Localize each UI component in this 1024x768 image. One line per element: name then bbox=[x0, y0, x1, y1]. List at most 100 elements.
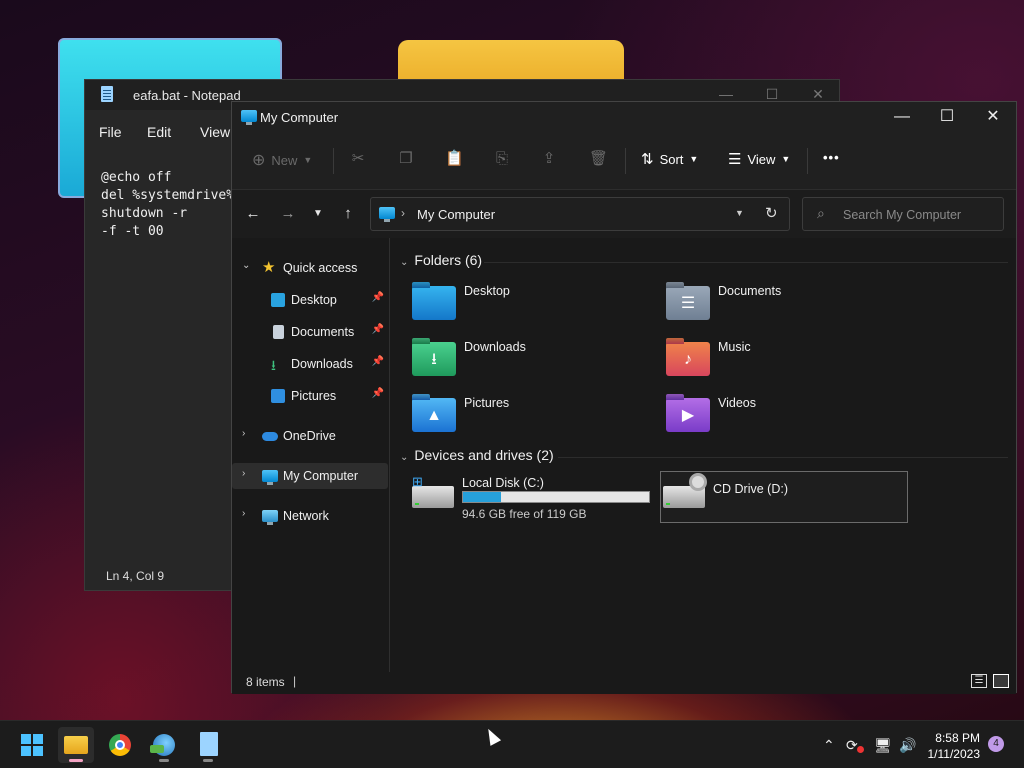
taskbar-chrome[interactable] bbox=[102, 727, 138, 763]
taskbar-network-app[interactable] bbox=[146, 727, 182, 763]
toolbar-divider bbox=[333, 148, 334, 174]
nav-network[interactable]: › Network bbox=[232, 503, 388, 529]
chevron-right-icon[interactable]: › bbox=[242, 468, 245, 479]
minimize-icon[interactable]: — bbox=[879, 106, 925, 130]
recent-locations-chevron-icon[interactable]: ▼ bbox=[308, 208, 328, 219]
minimize-icon[interactable]: — bbox=[711, 86, 741, 102]
music-folder-icon: ♪ bbox=[666, 342, 710, 376]
taskbar: ⌃ ⟳ 🖥 🔊 8:58 PM 1/11/2023 bbox=[0, 720, 1024, 768]
navigation-bar: ← → ▼ ↑ › My Computer ▼ ↻ ⌕ Search My Co… bbox=[232, 190, 1016, 238]
nav-pinned-desktop[interactable]: Desktop 📌 bbox=[232, 287, 388, 313]
see-more-button[interactable]: ••• bbox=[823, 150, 840, 165]
pin-icon[interactable]: 📌 bbox=[372, 388, 384, 399]
menu-edit[interactable]: Edit bbox=[147, 124, 171, 140]
volume-icon[interactable]: 🔊 bbox=[899, 737, 916, 754]
show-hidden-icons-chevron-icon[interactable]: ⌃ bbox=[823, 737, 835, 754]
item-count: 8 items bbox=[246, 675, 285, 689]
nav-label: Documents bbox=[291, 325, 355, 339]
folder-downloads[interactable]: ⭳ Downloads bbox=[412, 338, 652, 382]
forward-arrow-icon[interactable]: → bbox=[278, 205, 298, 222]
documents-folder-icon: ☰ bbox=[666, 286, 710, 320]
nav-my-computer[interactable]: › My Computer bbox=[232, 463, 388, 489]
drive-cd-d[interactable]: CD Drive (D:) bbox=[660, 471, 908, 523]
folder-music[interactable]: ♪ Music bbox=[666, 338, 906, 382]
new-button[interactable]: ⊕ New ▼ bbox=[252, 150, 312, 170]
refresh-icon[interactable]: ↻ bbox=[765, 204, 778, 222]
chevron-down-icon[interactable]: ⌄ bbox=[400, 257, 408, 268]
rename-icon[interactable]: ⎘ bbox=[494, 151, 510, 167]
pin-icon[interactable]: 📌 bbox=[372, 356, 384, 367]
explorer-titlebar[interactable]: My Computer — ☐ ✕ bbox=[232, 102, 1016, 132]
windows-logo-icon: ⊞ bbox=[412, 474, 423, 489]
pin-icon[interactable]: 📌 bbox=[372, 292, 384, 303]
back-arrow-icon[interactable]: ← bbox=[243, 205, 263, 222]
nav-onedrive[interactable]: › OneDrive bbox=[232, 423, 388, 449]
clock[interactable]: 8:58 PM 1/11/2023 bbox=[920, 730, 981, 762]
up-arrow-icon[interactable]: ↑ bbox=[338, 205, 358, 222]
taskbar-notepad[interactable] bbox=[190, 727, 226, 763]
running-indicator bbox=[159, 759, 169, 762]
folder-documents[interactable]: ☰ Documents bbox=[666, 282, 906, 326]
address-bar[interactable]: › My Computer ▼ ↻ bbox=[370, 197, 790, 231]
notepad-text-area[interactable]: @echo off del %systemdrive% shutdown -r … bbox=[101, 169, 234, 241]
folder-desktop[interactable]: Desktop bbox=[412, 282, 652, 326]
sort-button[interactable]: ⇅ Sort ▼ bbox=[641, 150, 698, 168]
view-button[interactable]: ☰ View ▼ bbox=[728, 150, 790, 168]
menu-file[interactable]: File bbox=[99, 124, 122, 140]
nav-quick-access[interactable]: ⌄ ★ Quick access bbox=[232, 255, 388, 281]
network-tray-icon[interactable]: 🖥 bbox=[874, 737, 892, 754]
notification-badge[interactable]: 4 bbox=[988, 736, 1004, 752]
search-box[interactable]: ⌕ Search My Computer bbox=[802, 197, 1004, 231]
folder-name: Downloads bbox=[464, 340, 526, 354]
download-icon: ⭳ bbox=[271, 357, 276, 373]
nav-pinned-documents[interactable]: Documents 📌 bbox=[232, 319, 388, 345]
active-indicator bbox=[69, 759, 83, 762]
nav-pinned-pictures[interactable]: Pictures 📌 bbox=[232, 383, 388, 409]
maximize-icon[interactable]: ☐ bbox=[924, 106, 970, 130]
breadcrumb-current[interactable]: My Computer bbox=[417, 207, 495, 222]
folder-name: Music bbox=[718, 340, 751, 354]
paste-icon[interactable]: 📋 bbox=[445, 151, 464, 167]
share-icon[interactable]: ⇪ bbox=[541, 151, 557, 167]
chevron-down-icon[interactable]: ⌄ bbox=[400, 452, 408, 463]
drive-local-disk-c[interactable]: ⊞ Local Disk (C:) 94.6 GB free of 119 GB bbox=[410, 472, 658, 524]
star-icon: ★ bbox=[262, 259, 276, 276]
menu-view[interactable]: View bbox=[200, 124, 230, 140]
hard-drive-icon bbox=[412, 486, 454, 508]
folders-group-header[interactable]: ⌄ Folders (6) bbox=[400, 252, 482, 268]
cut-icon[interactable]: ✂ bbox=[350, 151, 366, 167]
navigation-pane: ⌄ ★ Quick access Desktop 📌 Documents 📌 ⭳… bbox=[232, 238, 390, 672]
taskbar-file-explorer[interactable] bbox=[58, 727, 94, 763]
group-divider bbox=[484, 262, 1008, 263]
folder-pictures[interactable]: ▲ Pictures bbox=[412, 394, 652, 438]
nav-pinned-downloads[interactable]: ⭳ Downloads 📌 bbox=[232, 351, 388, 377]
notepad-title: eafa.bat - Notepad bbox=[133, 88, 241, 103]
folder-icon bbox=[64, 736, 88, 754]
clock-date: 1/11/2023 bbox=[927, 747, 981, 761]
folder-name: Documents bbox=[718, 284, 782, 298]
details-view-icon[interactable]: ☰ bbox=[971, 674, 987, 688]
folder-videos[interactable]: ▶ Videos bbox=[666, 394, 906, 438]
chevron-right-icon[interactable]: › bbox=[242, 428, 245, 439]
search-input[interactable]: Search My Computer bbox=[843, 208, 961, 222]
drives-group-title: Devices and drives (2) bbox=[414, 447, 554, 463]
pin-icon[interactable]: 📌 bbox=[372, 324, 384, 335]
drive-free-space: 94.6 GB free of 119 GB bbox=[462, 507, 587, 521]
start-button[interactable] bbox=[14, 727, 50, 763]
pictures-folder-icon: ▲ bbox=[412, 398, 456, 432]
view-list-icon: ☰ bbox=[728, 151, 742, 168]
delete-icon[interactable]: 🗑 bbox=[589, 151, 608, 167]
copy-icon[interactable]: ❐ bbox=[398, 151, 414, 167]
content-pane: ⌄ Folders (6) Desktop ☰ Documents ⭳ Downl… bbox=[392, 238, 1016, 672]
explorer-window[interactable]: My Computer — ☐ ✕ ⊕ New ▼ ✂ ❐ 📋 ⎘ ⇪ 🗑 ⇅ … bbox=[231, 101, 1017, 694]
drives-group-header[interactable]: ⌄ Devices and drives (2) bbox=[400, 447, 554, 463]
chrome-center-icon bbox=[115, 740, 125, 750]
chevron-down-icon[interactable]: ⌄ bbox=[242, 260, 250, 271]
address-history-chevron-icon[interactable]: ▼ bbox=[735, 208, 744, 218]
chevron-right-icon[interactable]: › bbox=[242, 508, 245, 519]
sync-icon[interactable]: ⟳ bbox=[846, 737, 858, 754]
downloads-folder-icon: ⭳ bbox=[412, 342, 456, 376]
large-icons-view-icon[interactable] bbox=[993, 674, 1009, 688]
sort-icon: ⇅ bbox=[641, 151, 654, 168]
close-icon[interactable]: ✕ bbox=[970, 106, 1016, 130]
